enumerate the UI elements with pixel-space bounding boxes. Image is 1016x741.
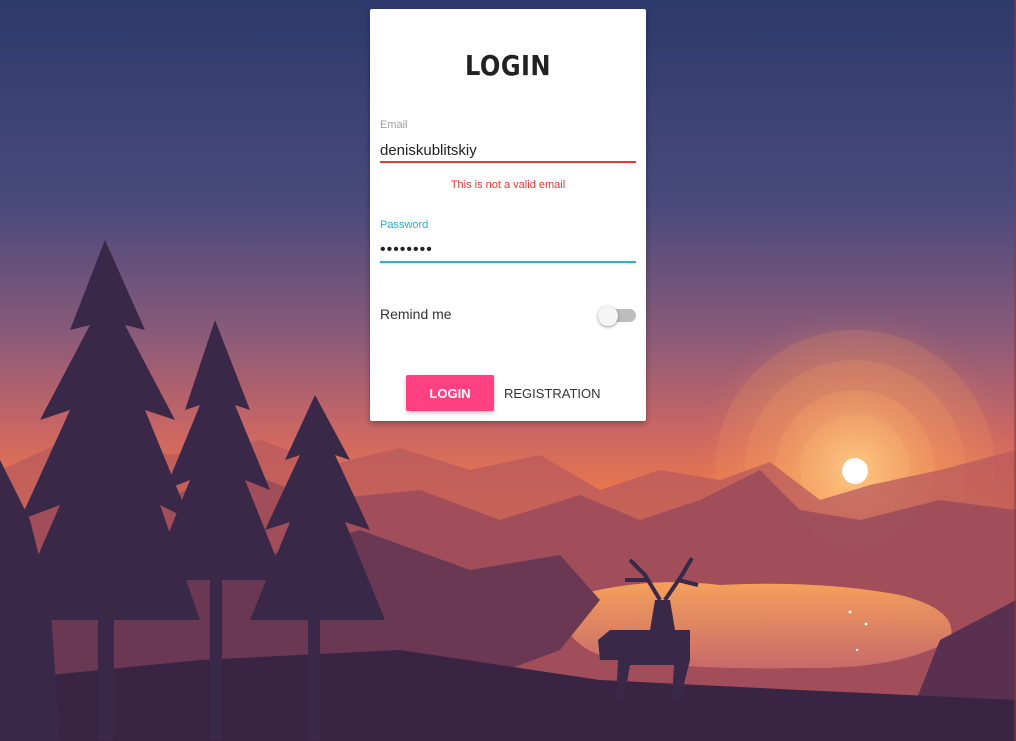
- remind-me-row: Remind me: [380, 305, 636, 326]
- email-underline-error: [380, 161, 636, 163]
- password-field: Password: [380, 219, 636, 263]
- remind-me-label: Remind me: [380, 306, 452, 322]
- email-error-message: This is not a valid email: [450, 179, 566, 191]
- login-button[interactable]: LOGIN: [406, 375, 494, 411]
- email-input[interactable]: [380, 140, 636, 160]
- login-card: LOGIN Email This is not a valid email Pa…: [370, 9, 646, 421]
- registration-button[interactable]: REGISTRATION: [504, 375, 601, 411]
- password-underline-focused: [380, 261, 636, 263]
- email-field: Email This is not a valid email: [380, 119, 636, 191]
- toggle-thumb: [598, 306, 618, 326]
- password-label: Password: [380, 219, 429, 231]
- remind-me-toggle[interactable]: [598, 306, 636, 326]
- password-input[interactable]: [380, 240, 636, 260]
- login-title: LOGIN: [465, 49, 551, 82]
- email-label: Email: [380, 119, 408, 131]
